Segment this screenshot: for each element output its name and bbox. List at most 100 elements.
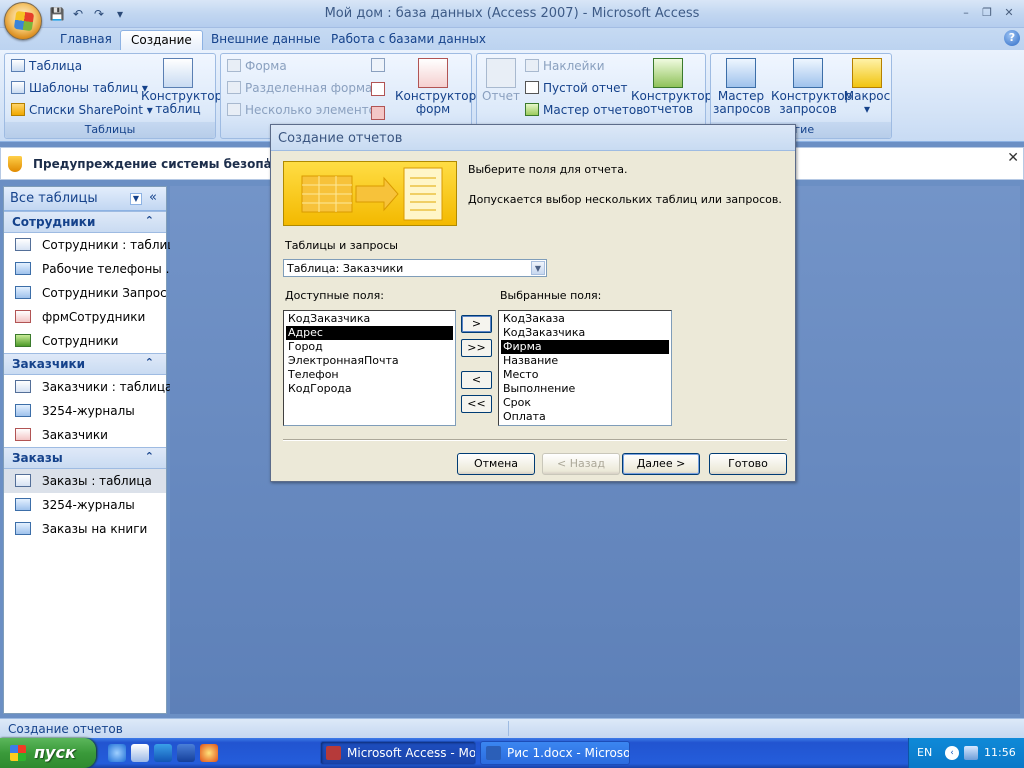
nav-item[interactable]: Заказы на книги (4, 517, 166, 541)
query-designer-button[interactable]: Конструктор запросов (771, 58, 852, 116)
desktop-icon[interactable] (131, 744, 149, 762)
nav-item[interactable]: Заказчики (4, 423, 166, 447)
report-button[interactable]: Отчет (481, 58, 521, 103)
tab-external-data[interactable]: Внешние данные (201, 30, 330, 50)
word-icon[interactable] (177, 744, 195, 762)
table-templates-button[interactable]: Шаблоны таблиц ▾ (9, 78, 148, 98)
list-item[interactable]: Место (501, 368, 669, 382)
split-form-button[interactable]: Разделенная форма (225, 78, 372, 98)
minimize-button[interactable]: – (956, 5, 976, 22)
pivot-chart-icon[interactable] (371, 58, 385, 72)
cancel-button[interactable]: Отмена (457, 453, 535, 475)
report-wizard-button[interactable]: Мастер отчетов (523, 100, 643, 120)
chevron-down-icon[interactable]: ▼ (531, 261, 545, 275)
list-item-selected[interactable]: Фирма (501, 340, 669, 354)
save-icon[interactable]: 💾 (48, 5, 66, 23)
customize-qat-icon[interactable]: ▾ (111, 5, 129, 23)
available-fields-list[interactable]: КодЗаказчика Адрес Город ЭлектроннаяПочт… (283, 310, 456, 426)
tray-expand-icon[interactable]: ‹ (945, 746, 959, 760)
player-icon[interactable] (200, 744, 218, 762)
multiple-items-button[interactable]: Несколько элементов (225, 100, 383, 120)
close-window-button[interactable]: ✕ (999, 5, 1019, 22)
nav-group-header[interactable]: Заказы ⌃ (4, 447, 166, 469)
macro-button[interactable]: Макрос ▾ (843, 58, 891, 116)
nav-item[interactable]: Заказчики : таблица (4, 375, 172, 399)
restore-button[interactable]: ❐ (977, 5, 997, 22)
query-wizard-button[interactable]: Мастер запросов (713, 58, 771, 116)
list-item[interactable]: ЭлектроннаяПочта (286, 354, 453, 368)
tab-home[interactable]: Главная (50, 30, 122, 50)
nav-item[interactable]: 3254-журналы (4, 399, 166, 423)
network-icon[interactable] (964, 746, 978, 760)
list-item[interactable]: Телефон (286, 368, 453, 382)
list-item[interactable]: Город (286, 340, 453, 354)
selected-fields-list[interactable]: КодЗаказа КодЗаказчика Фирма Название Ме… (498, 310, 672, 426)
list-item-selected[interactable]: Адрес (286, 326, 453, 340)
labels-icon (525, 59, 539, 72)
sharepoint-lists-button[interactable]: Списки SharePoint ▾ (9, 100, 153, 120)
close-icon[interactable]: ✕ (1007, 150, 1019, 166)
dropdown-icon[interactable]: ▼ (130, 193, 142, 205)
media-icon[interactable] (154, 744, 172, 762)
selected-fields-label: Выбранные поля: (500, 289, 602, 302)
list-item[interactable]: КодЗаказчика (286, 312, 453, 326)
finish-button[interactable]: Готово (709, 453, 787, 475)
nav-item[interactable]: фрмСотрудники (4, 305, 166, 329)
taskbar-word[interactable]: Рис 1.docx - Microsof... (480, 741, 630, 765)
list-item[interactable]: КодГорода (286, 382, 453, 396)
group-tables: Таблица Шаблоны таблиц ▾ Списки SharePoi… (4, 53, 222, 139)
add-all-fields-button[interactable]: >> (461, 339, 492, 357)
start-button[interactable]: пуск (0, 738, 96, 768)
nav-item-selected[interactable]: Заказы : таблица (4, 469, 166, 493)
list-item[interactable]: Срок (501, 396, 669, 410)
nav-item[interactable]: Рабочие телефоны ... (4, 257, 177, 281)
remove-all-fields-button[interactable]: << (461, 395, 492, 413)
list-item[interactable]: КодЗаказчика (501, 326, 669, 340)
redo-icon[interactable]: ↷ (90, 5, 108, 23)
report-designer-button[interactable]: Конструктор отчетов (631, 58, 712, 116)
dialog-title-bar[interactable]: Создание отчетов (271, 125, 795, 151)
help-icon[interactable]: ? (1004, 30, 1020, 46)
tab-create[interactable]: Создание (120, 30, 203, 50)
list-item[interactable]: Оплата (501, 410, 669, 424)
remove-field-button[interactable]: < (461, 371, 492, 389)
split-form-icon (227, 81, 241, 94)
table-templates-icon (11, 81, 25, 94)
office-button[interactable] (4, 2, 42, 40)
next-button[interactable]: Далее > (622, 453, 700, 475)
back-button[interactable]: < Назад (542, 453, 620, 475)
blank-report-button[interactable]: Пустой отчет (523, 78, 627, 98)
query-wizard-icon (726, 58, 756, 88)
list-item[interactable]: КодЗаказа (501, 312, 669, 326)
nav-item[interactable]: Сотрудники : таблица (4, 233, 183, 257)
form-button[interactable]: Форма (225, 56, 287, 76)
table-button[interactable]: Таблица (9, 56, 82, 76)
tables-queries-select[interactable]: Таблица: Заказчики ▼ (283, 259, 547, 277)
nav-header[interactable]: Все таблицы ▼ « (4, 187, 166, 211)
nav-item[interactable]: 3254-журналы (4, 493, 166, 517)
blank-form-icon[interactable] (371, 82, 385, 96)
macro-scroll-icon (852, 58, 882, 88)
nav-item[interactable]: Сотрудники (4, 329, 166, 353)
nav-group-header[interactable]: Сотрудники ⌃ (4, 211, 166, 233)
form-designer-button[interactable]: Конструктор форм (395, 58, 476, 116)
taskbar-access[interactable]: Microsoft Access - Мо... (320, 741, 476, 765)
tab-database-tools[interactable]: Работа с базами данных (321, 30, 496, 50)
language-indicator[interactable]: EN (917, 746, 932, 759)
more-forms-icon[interactable] (371, 106, 385, 120)
list-item[interactable]: Название (501, 354, 669, 368)
nav-group-header[interactable]: Заказчики ⌃ (4, 353, 166, 375)
nav-item[interactable]: Сотрудники Запрос (4, 281, 167, 305)
undo-icon[interactable]: ↶ (69, 5, 87, 23)
collapse-pane-icon[interactable]: « (149, 190, 157, 205)
table-icon (11, 59, 25, 72)
list-item[interactable]: Выполнение (501, 382, 669, 396)
status-text: Создание отчетов (8, 722, 123, 736)
table-designer-button[interactable]: Конструктор таблиц (141, 58, 222, 116)
ie-icon[interactable] (108, 744, 126, 762)
available-fields-label: Доступные поля: (285, 289, 384, 302)
query-icon (15, 498, 31, 511)
report-wizard-dialog: Создание отчетов Выберите поля для отчет… (270, 124, 796, 482)
labels-button[interactable]: Наклейки (523, 56, 605, 76)
add-field-button[interactable]: > (461, 315, 492, 333)
